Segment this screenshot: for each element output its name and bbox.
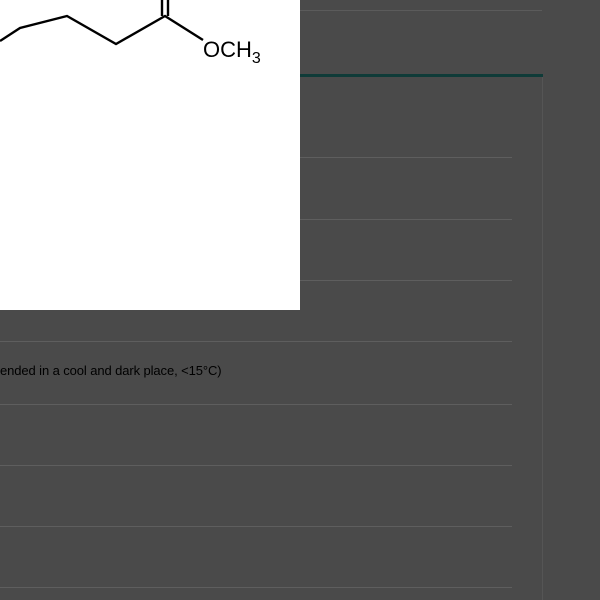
spec-row-divider	[0, 404, 512, 405]
spec-row-divider	[0, 587, 512, 588]
structure-drawing: OCH3	[0, 0, 261, 67]
header-divider-line	[300, 10, 542, 11]
carbon-chain-bonds	[0, 14, 204, 46]
spec-row-divider	[0, 341, 512, 342]
spec-row-divider	[300, 157, 512, 158]
spec-row-divider	[0, 526, 512, 527]
spec-row-divider	[0, 465, 512, 466]
methoxy-group-label: OCH3	[203, 37, 261, 67]
panel-right-border	[542, 77, 543, 600]
spec-row-divider	[300, 280, 512, 281]
chemical-structure-image[interactable]: OCH3	[0, 0, 300, 310]
active-tab-underline	[300, 74, 543, 77]
storage-condition-text: ended in a cool and dark place, <15°C)	[0, 363, 222, 378]
spec-row-divider	[300, 219, 512, 220]
